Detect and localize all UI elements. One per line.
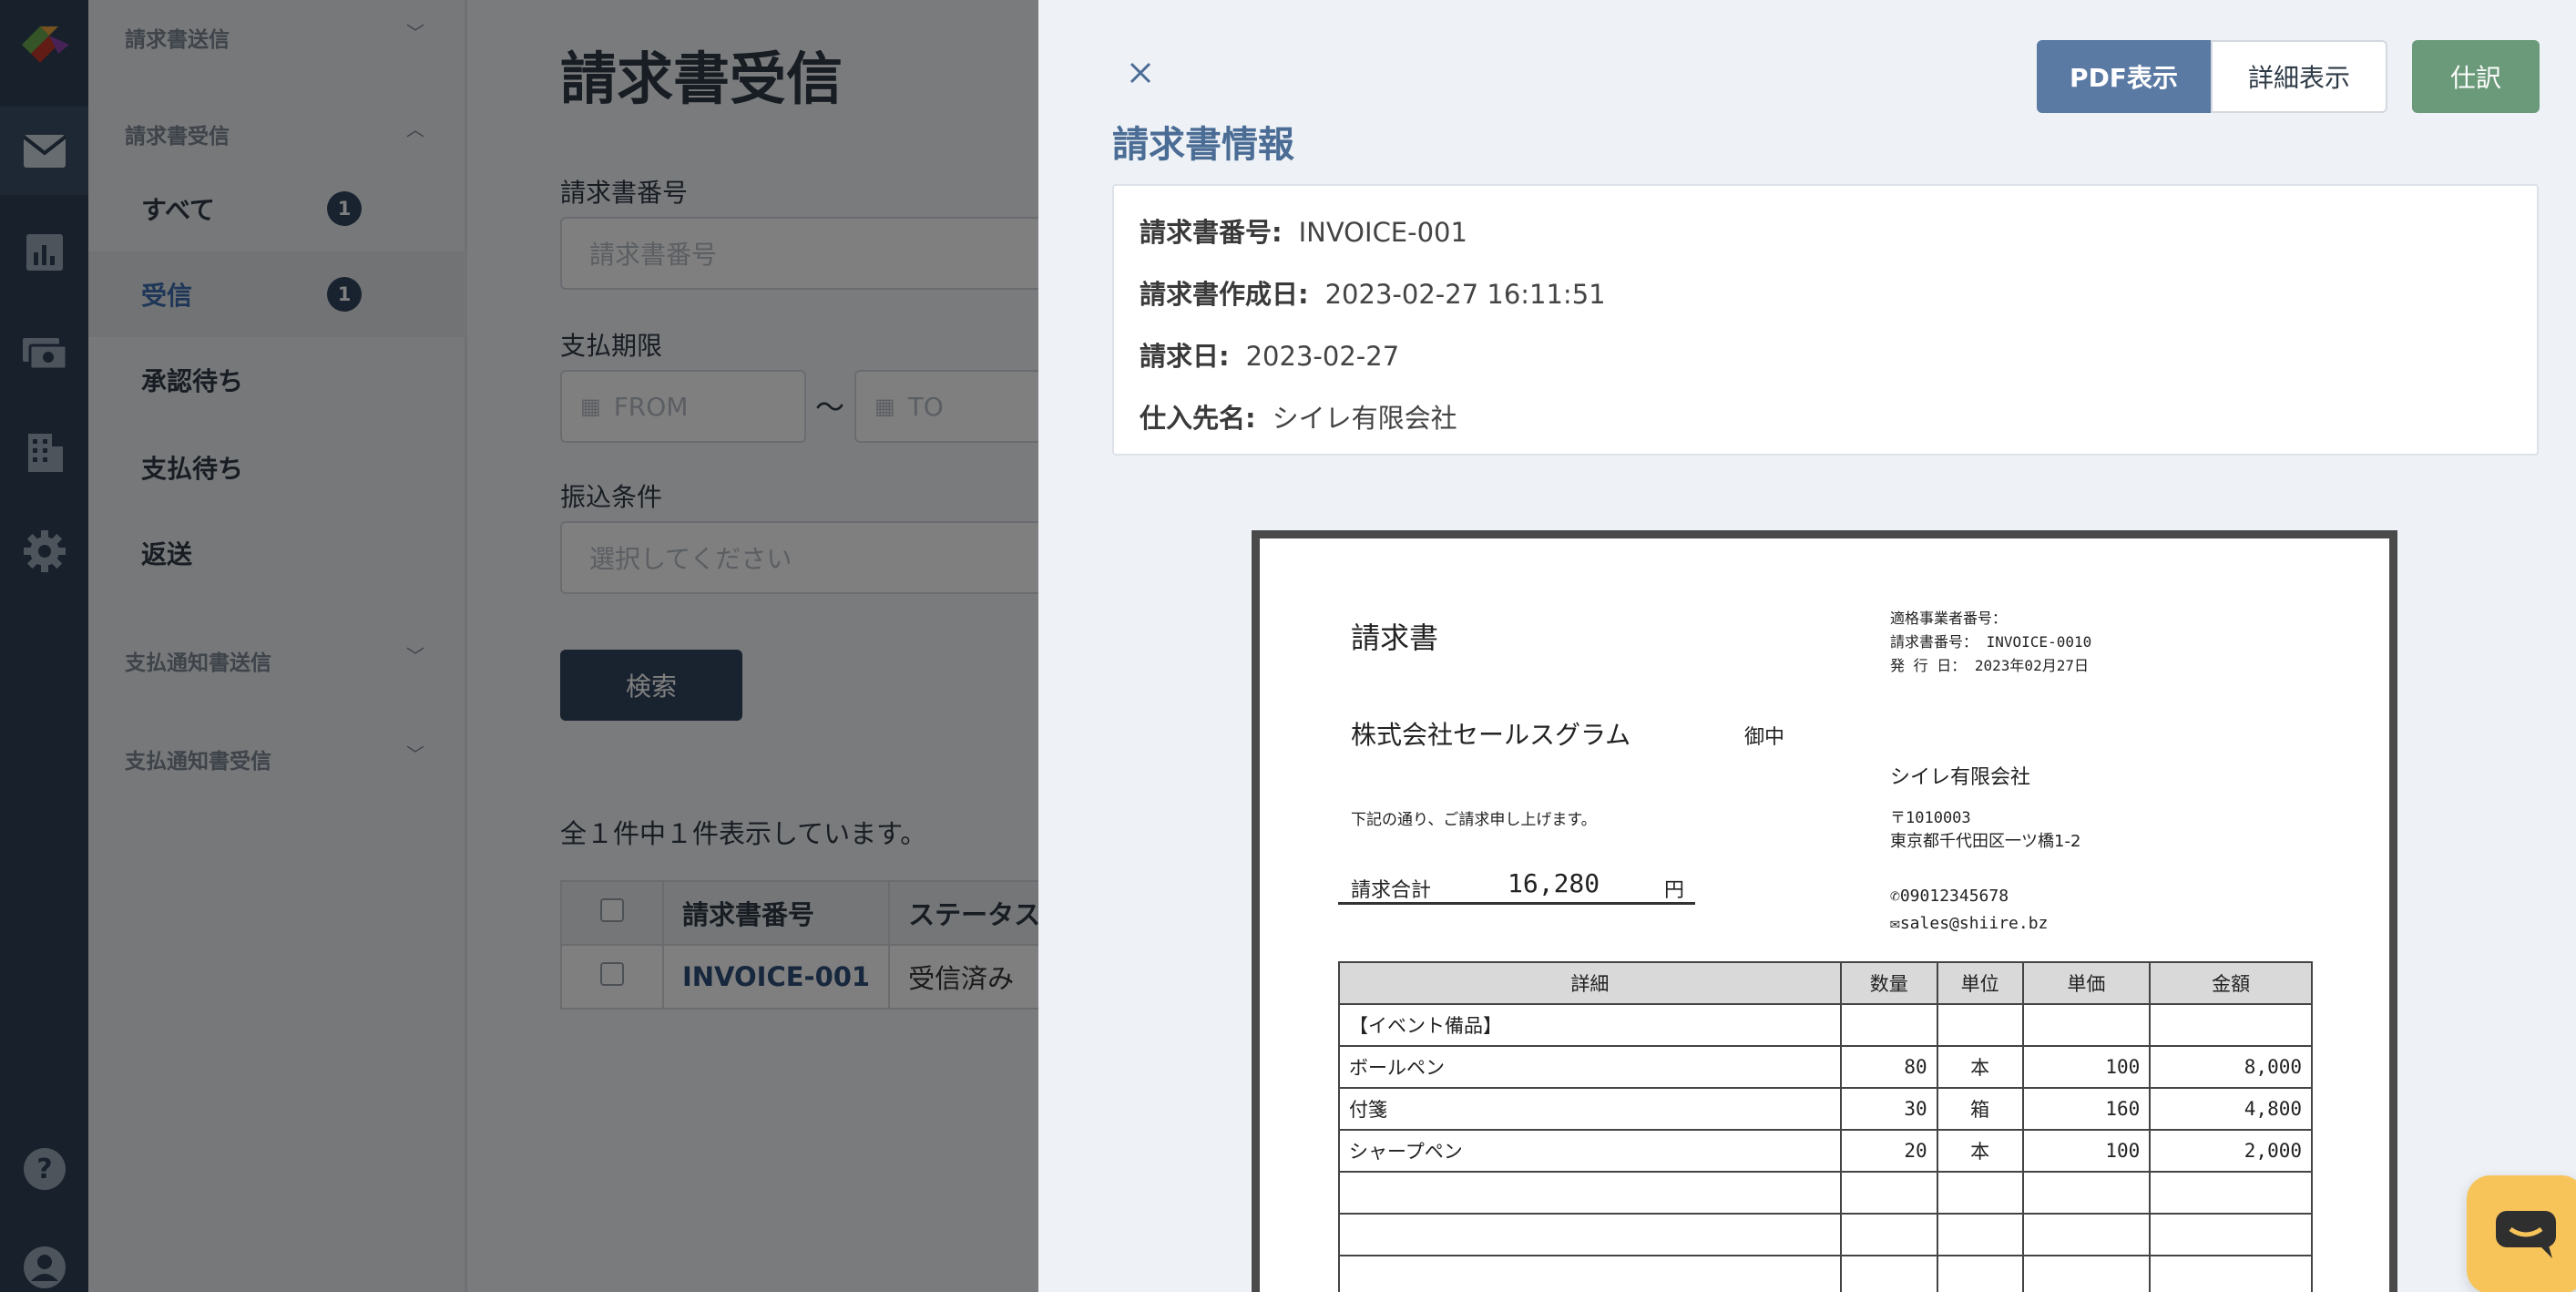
line-qty: 80 [1839,1045,1938,1089]
doc-line-row [1338,1255,2313,1292]
line-price [2021,1171,2152,1215]
doc-address: 東京都千代田区一ツ橋1-2 [1890,832,2081,851]
line-qty [1839,1003,1938,1047]
doc-phone-number: 09012345678 [1899,887,2009,906]
close-button[interactable] [1122,55,1159,91]
doc-qualified-number: 適格事業者番号： [1890,610,2008,627]
line-detail: シャープペン [1338,1129,1842,1173]
invoice-info-card: 請求書番号: INVOICE-001 請求書作成日: 2023-02-27 16:1… [1112,184,2539,456]
doc-line-row [1338,1213,2313,1256]
line-amount: 4,800 [2149,1087,2313,1131]
chat-widget-button[interactable] [2467,1175,2576,1292]
line-qty [1839,1213,1938,1256]
line-qty: 30 [1839,1087,1938,1131]
doc-line-row [1338,1171,2313,1215]
panel-title: 請求書情報 [1112,124,1294,166]
doc-postal: 〒1010003 [1890,809,1971,827]
doc-column-header: 単価 [2021,961,2152,1005]
line-detail [1338,1255,1842,1292]
line-amount: 8,000 [2149,1045,2313,1089]
info-label: 請求書作成日: [1140,279,1309,310]
line-price [2021,1213,2152,1256]
phone-icon: ✆ [1890,887,1900,906]
line-qty: 20 [1839,1129,1938,1173]
line-price [2021,1255,2152,1292]
line-amount [2149,1003,2313,1047]
info-label: 請求書番号: [1140,217,1283,248]
pdf-view-button[interactable]: PDF表示 [2037,40,2211,113]
doc-issue-date: 発 行 日： 2023年02月27日 [1890,657,2089,674]
doc-recipient: 株式会社セールスグラム [1351,720,1631,750]
doc-honorific: 御中 [1744,726,1785,749]
doc-total-unit: 円 [1664,879,1685,902]
invoice-detail-panel: PDF表示 詳細表示 仕訳 請求書情報 請求書番号: INVOICE-001 請求… [1038,0,2576,1292]
info-row: 請求書作成日: 2023-02-27 16:11:51 [1140,273,1606,312]
line-detail: 付箋 [1338,1087,1842,1131]
line-amount [2149,1255,2313,1292]
info-row: 請求日: 2023-02-27 [1140,335,1399,374]
line-qty [1839,1255,1938,1292]
invoice-pdf-preview: 請求書 適格事業者番号： 請求書番号： INVOICE-0010 発 行 日： … [1252,530,2397,1292]
line-price: 160 [2021,1087,2152,1131]
doc-issuer: シイレ有限会社 [1890,766,2031,789]
line-detail: ボールペン [1338,1045,1842,1089]
doc-email: ✉sales@shiire.bz [1890,914,2048,933]
detail-view-button[interactable]: 詳細表示 [2211,40,2387,113]
info-value: INVOICE-001 [1298,217,1467,248]
info-row: 請求書番号: INVOICE-001 [1140,211,1467,250]
view-toggle: PDF表示 詳細表示 [2037,40,2387,113]
line-unit: 箱 [1936,1087,2024,1131]
doc-line-row: ボールペン 80 本 100 8,000 [1338,1045,2313,1089]
line-amount [2149,1171,2313,1215]
doc-title: 請求書 [1351,620,1439,655]
doc-line-items-table: 詳細 数量 単位 単価 金額 【イベント備品】 ボールペン 80 本 100 8,000… [1338,961,2313,1292]
doc-column-header: 金額 [2149,961,2313,1005]
line-amount: 2,000 [2149,1129,2313,1173]
line-detail [1338,1171,1842,1215]
line-unit [1936,1171,2024,1215]
line-unit: 本 [1936,1129,2024,1173]
chat-icon [2496,1211,2556,1258]
doc-table-header: 詳細 数量 単位 単価 金額 [1338,961,2313,1005]
info-value: 2023-02-27 16:11:51 [1324,279,1606,310]
info-value: 2023-02-27 [1245,341,1400,372]
doc-line-row: シャープペン 20 本 100 2,000 [1338,1129,2313,1173]
doc-line-row: 付箋 30 箱 160 4,800 [1338,1087,2313,1131]
line-unit: 本 [1936,1045,2024,1089]
info-label: 仕入先名: [1140,403,1256,434]
line-unit [1936,1213,2024,1256]
doc-total-value: 16,280 [1508,868,1600,898]
doc-line-row: 【イベント備品】 [1338,1003,2313,1047]
mail-icon: ✉ [1890,914,1900,933]
doc-total-label: 請求合計 [1351,879,1432,902]
line-price: 100 [2021,1045,2152,1089]
journal-entry-button[interactable]: 仕訳 [2412,40,2540,113]
line-detail [1338,1213,1842,1256]
line-qty [1839,1171,1938,1215]
line-price [2021,1003,2152,1047]
doc-column-header: 詳細 [1338,961,1842,1005]
doc-invoice-number: 請求書番号： INVOICE-0010 [1890,633,2092,651]
doc-column-header: 単位 [1936,961,2024,1005]
modal-backdrop[interactable] [0,0,1038,1292]
info-label: 請求日: [1140,341,1230,372]
close-icon [1130,62,1151,84]
line-unit [1936,1003,2024,1047]
line-amount [2149,1213,2313,1256]
doc-column-header: 数量 [1839,961,1938,1005]
info-row: 仕入先名: シイレ有限会社 [1140,397,1457,436]
doc-phone: ✆09012345678 [1890,887,2009,906]
doc-email-address: sales@shiire.bz [1899,914,2049,933]
line-price: 100 [2021,1129,2152,1173]
doc-total-box: 請求合計 16,280 円 [1338,868,1695,905]
line-unit [1936,1255,2024,1292]
info-value: シイレ有限会社 [1272,403,1457,434]
doc-message: 下記の通り、ご請求申し上げます。 [1351,811,1597,829]
line-detail: 【イベント備品】 [1338,1003,1842,1047]
